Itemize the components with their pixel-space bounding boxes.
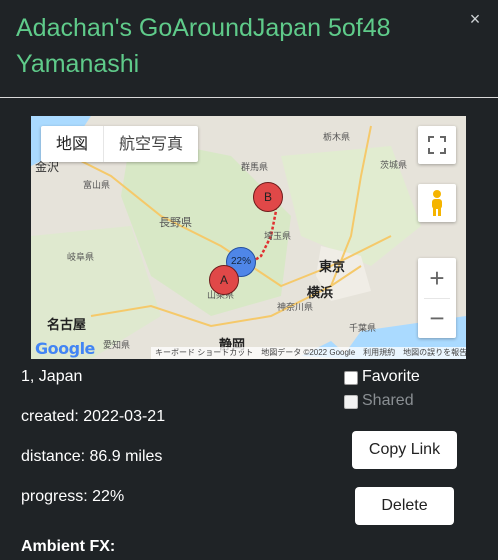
fullscreen-glyph: [428, 136, 446, 154]
map-label-kanagawa: 神奈川県: [277, 302, 314, 312]
header-divider: [0, 97, 498, 98]
created-text: created: 2022-03-21: [21, 408, 166, 425]
distance-text: distance: 86.9 miles: [21, 448, 163, 465]
map-label-toyama: 富山県: [83, 180, 111, 190]
map-label-gifu: 岐阜県: [67, 252, 95, 262]
map-label-tokyo: 東京: [319, 259, 346, 274]
shared-checkbox[interactable]: [344, 395, 358, 409]
map-label-chiba: 千葉県: [349, 323, 377, 333]
map-footer[interactable]: キーボード ショートカット 地図データ ©2022 Google 利用規約 地図…: [151, 347, 466, 359]
map-label-aichi: 愛知県: [103, 340, 131, 350]
map-label-ibaraki: 茨城県: [380, 160, 408, 170]
map-label-nagoya: 名古屋: [47, 317, 87, 332]
pegman-glyph: [432, 190, 442, 216]
title-line-1: Adachan's GoAroundJapan 5of48: [16, 14, 391, 42]
ambient-fx-label: Ambient FX:: [21, 538, 116, 555]
map-label-tochigi: 栃木県: [323, 132, 351, 142]
map-type-roadmap-button[interactable]: 地図: [41, 126, 103, 162]
map-view[interactable]: 金沢 富山県 長野県 岐阜県 群馬県 栃木県 茨城県 埼玉県 東京 横浜 神奈川…: [31, 116, 466, 359]
map-label-yokohama: 横浜: [307, 285, 334, 300]
favorite-label: Favorite: [362, 368, 420, 385]
progress-text: progress: 22%: [21, 488, 125, 505]
map-type-satellite-button[interactable]: 航空写真: [103, 126, 198, 162]
map-label-saitama: 埼玉県: [264, 231, 292, 241]
zoom-out-button[interactable]: −: [418, 298, 456, 338]
map-type-control: 地図 航空写真: [41, 126, 199, 162]
pegman-icon[interactable]: [418, 184, 456, 222]
zoom-separator: [424, 298, 450, 299]
shared-label: Shared: [362, 392, 414, 409]
zoom-in-button[interactable]: +: [418, 258, 456, 298]
zoom-control: + −: [418, 258, 456, 338]
favorite-checkbox[interactable]: [344, 371, 358, 385]
title-line-2: Yamanashi: [16, 50, 140, 78]
fullscreen-icon[interactable]: [418, 126, 456, 164]
route-start-marker[interactable]: A: [209, 265, 239, 295]
page-title: Adachan's GoAroundJapan 5of48 Yamanashi: [16, 10, 446, 82]
google-logo: Google: [35, 339, 95, 358]
route-end-marker[interactable]: B: [253, 182, 283, 212]
map-label-nagano: 長野県: [159, 217, 192, 229]
delete-button[interactable]: Delete: [355, 487, 454, 525]
map-label-gunma: 群馬県: [241, 162, 269, 172]
copy-link-button[interactable]: Copy Link: [352, 431, 457, 469]
close-icon[interactable]: ×: [466, 10, 484, 28]
location-text: 1, Japan: [21, 368, 83, 385]
